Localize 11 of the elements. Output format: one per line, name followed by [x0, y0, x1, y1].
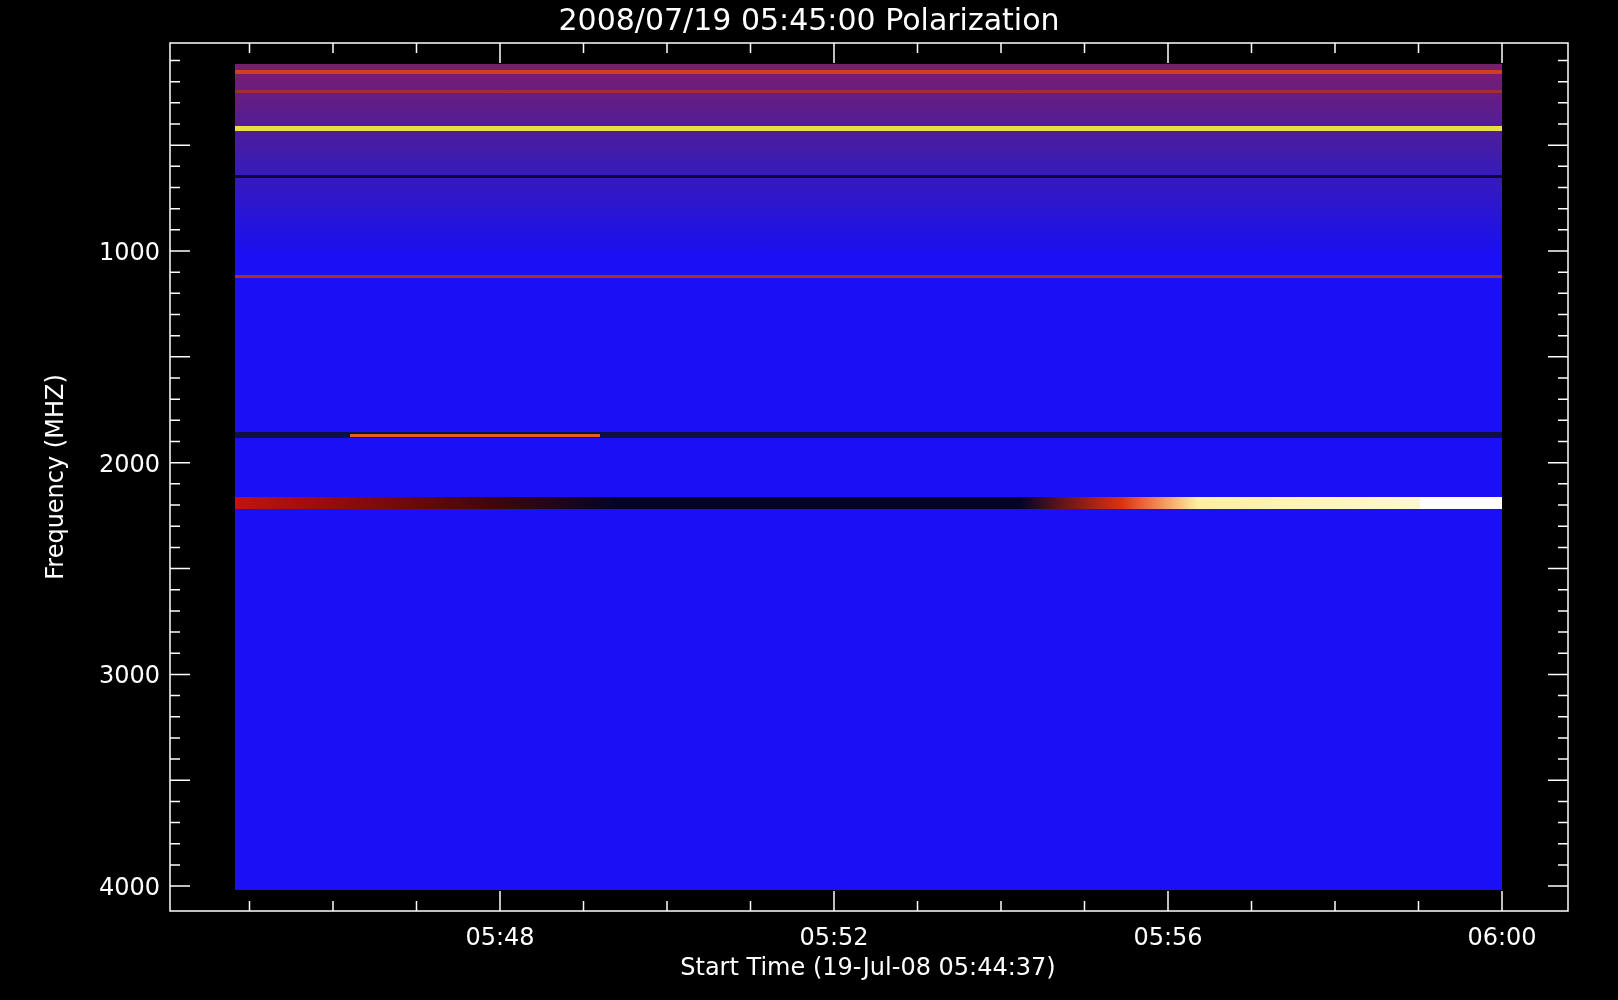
- x-tick-label: 06:00: [1467, 923, 1537, 951]
- y-tick-label: 3000: [98, 661, 160, 690]
- x-tick-label: 05:56: [1133, 923, 1203, 951]
- x-tick-label: 05:48: [465, 923, 535, 951]
- y-tick-label: 4000: [98, 873, 160, 902]
- x-axis-label: Start Time (19-Jul-08 05:44:37): [680, 953, 1056, 981]
- plot-title: 2008/07/19 05:45:00 Polarization: [558, 2, 1060, 37]
- y-axis-label: Frequency (MHZ): [41, 374, 69, 580]
- x-tick-label: 05:52: [799, 923, 869, 951]
- y-tick-label: 1000: [98, 238, 160, 266]
- y-tick-label: 2000: [98, 449, 160, 478]
